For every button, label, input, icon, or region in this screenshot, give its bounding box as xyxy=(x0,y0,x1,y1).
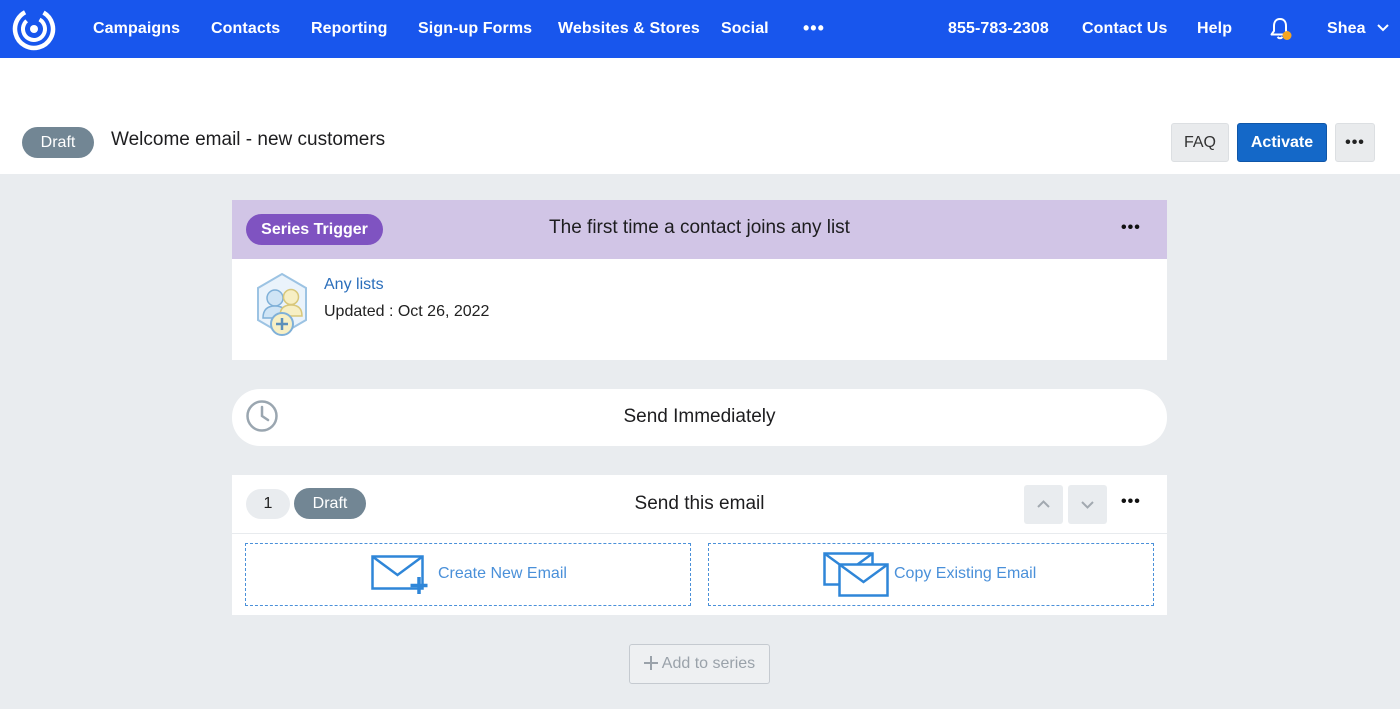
status-badge: Draft xyxy=(22,127,94,158)
any-lists-link[interactable]: Any lists xyxy=(324,276,384,294)
email-step-more-button[interactable]: ••• xyxy=(1121,493,1141,511)
send-immediately-step[interactable]: Send Immediately xyxy=(232,389,1167,446)
chevron-down-icon xyxy=(1081,501,1094,509)
chevron-up-icon xyxy=(1037,500,1050,508)
faq-button[interactable]: FAQ xyxy=(1171,123,1229,162)
header-more-button[interactable]: ••• xyxy=(1335,123,1375,162)
trigger-more-button[interactable]: ••• xyxy=(1121,219,1141,237)
new-email-icon xyxy=(371,555,428,594)
create-new-email-button[interactable]: Create New Email xyxy=(245,543,691,606)
send-immediately-label: Send Immediately xyxy=(623,406,776,427)
move-down-button[interactable] xyxy=(1068,485,1107,524)
plus-icon xyxy=(643,656,658,670)
nav-contacts[interactable]: Contacts xyxy=(211,0,280,58)
email-step-card: Send this email 1 Draft ••• Create New E… xyxy=(232,475,1167,615)
user-menu-name[interactable]: Shea xyxy=(1327,0,1366,58)
series-trigger-badge: Series Trigger xyxy=(246,214,383,245)
add-to-series-button[interactable]: Add to series xyxy=(629,644,770,684)
top-navigation-bar: Campaigns Contacts Reporting Sign-up For… xyxy=(0,0,1400,58)
nav-contact-us[interactable]: Contact Us xyxy=(1082,0,1167,58)
copy-existing-email-button[interactable]: Copy Existing Email xyxy=(708,543,1154,606)
create-new-email-label: Create New Email xyxy=(438,565,567,582)
chevron-down-icon[interactable] xyxy=(1376,20,1390,36)
copy-existing-email-label: Copy Existing Email xyxy=(894,565,1037,582)
copy-email-icon xyxy=(823,552,889,597)
constant-contact-logo-icon[interactable] xyxy=(12,7,56,51)
page-title[interactable]: Welcome email - new customers xyxy=(111,129,385,151)
nav-reporting[interactable]: Reporting xyxy=(311,0,387,58)
page-header: Draft Welcome email - new customers FAQ … xyxy=(0,58,1400,174)
step-number-badge: 1 xyxy=(246,489,290,519)
divider xyxy=(232,533,1167,534)
notification-bell-icon[interactable] xyxy=(1268,16,1292,42)
nav-campaigns[interactable]: Campaigns xyxy=(93,0,180,58)
trigger-header: The first time a contact joins any list … xyxy=(232,200,1167,259)
series-trigger-card: The first time a contact joins any list … xyxy=(232,200,1167,360)
email-status-badge: Draft xyxy=(294,488,366,519)
nav-phone[interactable]: 855-783-2308 xyxy=(948,0,1049,58)
nav-sign-up-forms[interactable]: Sign-up Forms xyxy=(418,0,532,58)
move-up-button[interactable] xyxy=(1024,485,1063,524)
nav-more-button[interactable]: ••• xyxy=(803,18,825,38)
nav-websites-stores[interactable]: Websites & Stores xyxy=(558,0,700,58)
nav-social[interactable]: Social xyxy=(721,0,769,58)
updated-date: Updated : Oct 26, 2022 xyxy=(324,303,490,320)
add-to-series-label: Add to series xyxy=(661,655,756,672)
contacts-list-icon xyxy=(257,272,307,336)
nav-help[interactable]: Help xyxy=(1197,0,1232,58)
activate-button[interactable]: Activate xyxy=(1237,123,1327,162)
